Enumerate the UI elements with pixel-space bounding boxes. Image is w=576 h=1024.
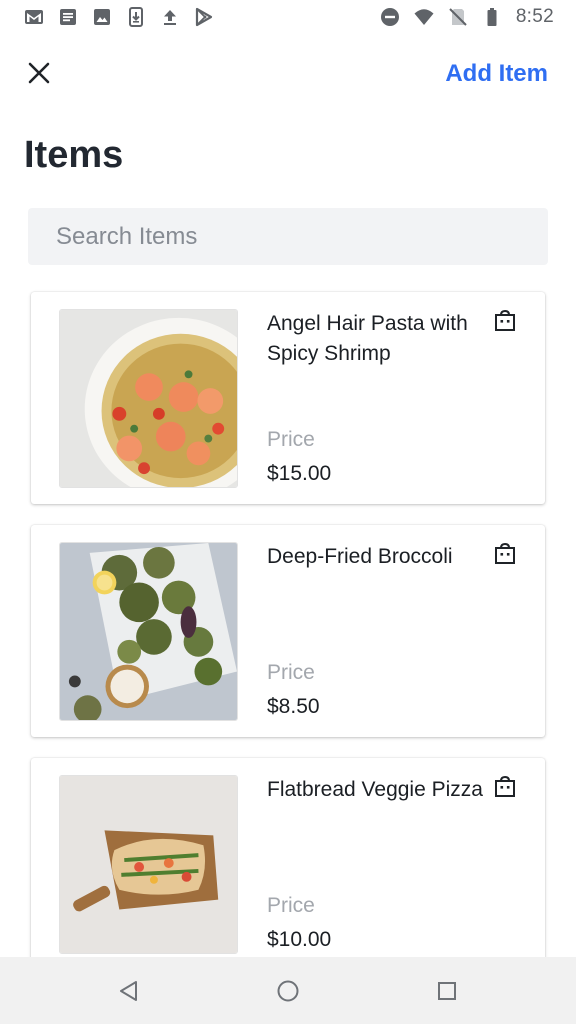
item-thumbnail-flatbread: [59, 775, 238, 954]
nav-home-button[interactable]: [268, 971, 308, 1011]
item-price-label: Price: [267, 428, 315, 451]
item-name: Deep-Fried Broccoli: [267, 545, 453, 568]
system-nav-bar: [0, 957, 576, 1024]
item-list: Angel Hair Pasta with Spicy Shrimp Price…: [0, 0, 576, 970]
item-card[interactable]: Angel Hair Pasta with Spicy Shrimp Price…: [31, 292, 545, 504]
item-price-label: Price: [267, 661, 315, 684]
item-name: Flatbread Veggie Pizza: [267, 778, 483, 801]
back-icon: [120, 980, 138, 1001]
item-price-label: Price: [267, 894, 315, 917]
item-name: Angel Hair Pasta with Spicy Shrimp: [267, 312, 468, 365]
app-screen: 8:52 Add Item Items Search Items Angel H…: [0, 0, 576, 1024]
recents-icon: [437, 981, 456, 1000]
nav-back-button[interactable]: [109, 971, 149, 1011]
item-thumbnail-pasta: [59, 309, 238, 488]
item-price: $15.00: [267, 462, 332, 485]
shopping-bag-icon: [493, 775, 517, 799]
item-thumbnail-broccoli: [59, 542, 238, 721]
item-card[interactable]: Deep-Fried Broccoli Price $8.50: [31, 525, 545, 737]
item-card[interactable]: Flatbread Veggie Pizza Price $10.00: [31, 758, 545, 970]
shopping-bag-icon: [493, 542, 517, 566]
home-icon: [277, 980, 299, 1001]
nav-recents-button[interactable]: [427, 971, 467, 1011]
shopping-bag-icon: [493, 309, 517, 333]
item-price: $8.50: [267, 695, 320, 718]
item-price: $10.00: [267, 928, 332, 951]
